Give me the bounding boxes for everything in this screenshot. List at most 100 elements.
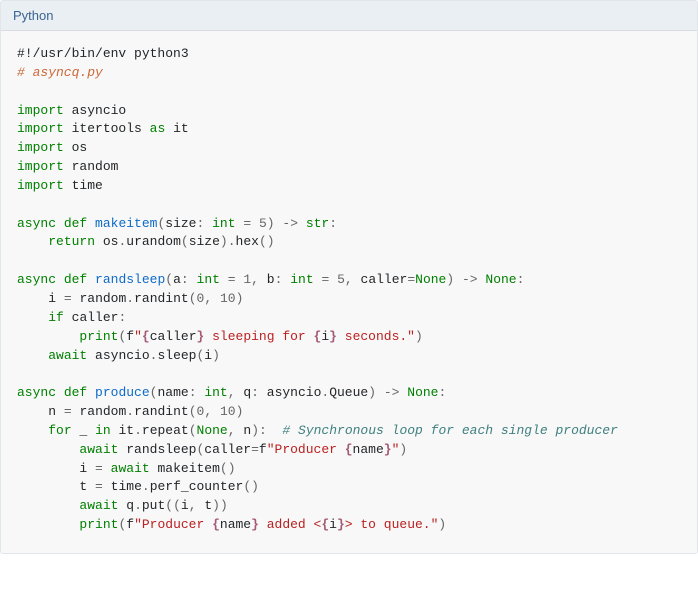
- kw-await: await: [48, 348, 87, 363]
- op-colon: :: [438, 385, 446, 400]
- kw-import: import: [17, 178, 64, 193]
- op-lpar: (: [165, 498, 173, 513]
- id-n: n: [48, 404, 56, 419]
- id-urandom: urandom: [126, 234, 181, 249]
- op-comma: ,: [228, 423, 236, 438]
- op-colon: :: [251, 385, 259, 400]
- op-rpar: ): [446, 272, 454, 287]
- none: None: [415, 272, 446, 287]
- arg-name: name: [157, 385, 188, 400]
- language-label: Python: [1, 1, 697, 31]
- fn-produce: produce: [95, 385, 150, 400]
- id-it: it: [118, 423, 134, 438]
- kw-def: def: [64, 385, 87, 400]
- op-comma: ,: [251, 272, 259, 287]
- kw-def: def: [64, 272, 87, 287]
- kw-as: as: [150, 121, 166, 136]
- id-t: t: [79, 479, 87, 494]
- op-lpar: (: [165, 272, 173, 287]
- type-int: int: [212, 216, 235, 231]
- num-10: 10: [220, 404, 236, 419]
- str3c: > to queue.": [345, 517, 439, 532]
- kw-return: return: [48, 234, 95, 249]
- si-lb: {: [345, 442, 353, 457]
- op-eq: =: [64, 291, 72, 306]
- id-asyncio: asyncio: [95, 348, 150, 363]
- si-rb: }: [384, 442, 392, 457]
- op-arrow: ->: [462, 272, 478, 287]
- id-asyncio: asyncio: [267, 385, 322, 400]
- arg-a: a: [173, 272, 181, 287]
- mod-random: random: [72, 159, 119, 174]
- none: None: [485, 272, 516, 287]
- op-rpar: ): [399, 442, 407, 457]
- str-end: seconds.": [337, 329, 415, 344]
- arg-caller: caller: [361, 272, 408, 287]
- op-comma: ,: [189, 498, 197, 513]
- id-os: os: [103, 234, 119, 249]
- id-size: size: [189, 234, 220, 249]
- op-rpar: ): [220, 498, 228, 513]
- id-i: i: [204, 348, 212, 363]
- id-random: random: [79, 404, 126, 419]
- op-rpar: ): [415, 329, 423, 344]
- kw-import: import: [17, 103, 64, 118]
- op-colon: :: [118, 310, 126, 325]
- id-sleep: sleep: [157, 348, 196, 363]
- fn-print: print: [79, 329, 118, 344]
- op-eq: =: [243, 216, 251, 231]
- id-queue: Queue: [329, 385, 368, 400]
- id-hex: hex: [236, 234, 259, 249]
- si-lb: {: [321, 517, 329, 532]
- type-int: int: [197, 272, 220, 287]
- op-rpar: ): [236, 291, 244, 306]
- op-dot: .: [126, 404, 134, 419]
- op-lpar: (: [189, 404, 197, 419]
- op-colon: :: [329, 216, 337, 231]
- id-randint: randint: [134, 404, 189, 419]
- fn-print: print: [79, 517, 118, 532]
- kw-import: import: [17, 159, 64, 174]
- op-lpar: (: [243, 479, 251, 494]
- op-comma: ,: [345, 272, 353, 287]
- kw-import: import: [17, 140, 64, 155]
- op-arrow: ->: [384, 385, 400, 400]
- fstr-prefix: f: [126, 329, 134, 344]
- fn-makeitem: makeitem: [95, 216, 157, 231]
- arg-size: size: [165, 216, 196, 231]
- str3b: added <: [259, 517, 321, 532]
- id-perfcounter: perf_counter: [150, 479, 244, 494]
- id-i: i: [48, 291, 56, 306]
- op-eq: =: [228, 272, 236, 287]
- id-t: t: [204, 498, 212, 513]
- kw-async: async: [17, 385, 56, 400]
- op-rpar: ): [267, 234, 275, 249]
- op-comma: ,: [204, 291, 212, 306]
- mod-asyncio: asyncio: [72, 103, 127, 118]
- kw-in: in: [95, 423, 111, 438]
- id-randint: randint: [134, 291, 189, 306]
- none: None: [407, 385, 438, 400]
- num-5: 5: [337, 272, 345, 287]
- id-put: put: [142, 498, 165, 513]
- op-eq: =: [64, 404, 72, 419]
- op-lpar: (: [189, 423, 197, 438]
- kw-await: await: [111, 461, 150, 476]
- op-rpar: ): [251, 423, 259, 438]
- kw-await: await: [79, 442, 118, 457]
- op-eq: =: [407, 272, 415, 287]
- si-lb: {: [212, 517, 220, 532]
- kw-async: async: [17, 272, 56, 287]
- type-str: str: [306, 216, 329, 231]
- kw-if: if: [48, 310, 64, 325]
- call-randsleep: randsleep: [126, 442, 196, 457]
- si-i: i: [321, 329, 329, 344]
- op-dot: .: [142, 479, 150, 494]
- op-colon: :: [259, 423, 267, 438]
- op-dot: .: [126, 291, 134, 306]
- op-comma: ,: [204, 404, 212, 419]
- si-rb: }: [251, 517, 259, 532]
- id-i: i: [181, 498, 189, 513]
- op-colon: :: [189, 385, 197, 400]
- op-rpar: ): [438, 517, 446, 532]
